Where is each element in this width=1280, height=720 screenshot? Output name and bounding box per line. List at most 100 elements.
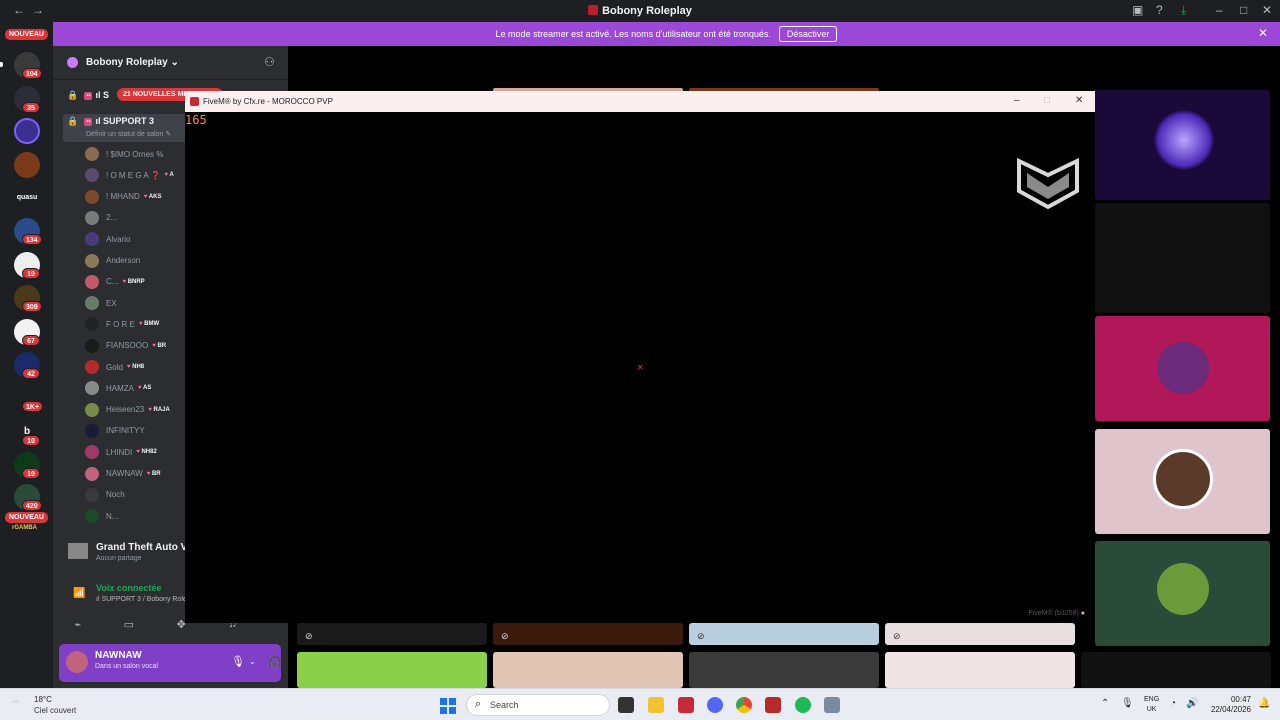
avatar (1153, 449, 1213, 509)
help-icon[interactable]: ? (1156, 3, 1163, 17)
channel-status-placeholder[interactable]: Définir un statut de salon ✎ (86, 130, 171, 138)
member-name: Gold (106, 362, 123, 372)
volume-icon[interactable]: 🔊 (1186, 698, 1198, 709)
username[interactable]: NAWNAW (95, 650, 142, 661)
noise-suppression-icon[interactable]: ⌁ (74, 618, 81, 631)
server-rail: NOUVEAU 104 35 quasu 134 10 309 67 42 1K… (0, 22, 53, 688)
participant-tile[interactable] (1095, 429, 1270, 534)
member-row[interactable]: N... (85, 508, 118, 524)
member-name: ! O M E G A ❓ (106, 170, 161, 180)
server-header[interactable]: Bobony Roleplay ⌄ ⚇ (53, 46, 288, 80)
member-row[interactable]: ! MHAND AKS (85, 189, 161, 205)
maximize-icon[interactable]: □ (1044, 95, 1050, 106)
maximize-icon[interactable]: □ (1240, 3, 1247, 17)
member-row[interactable]: INFINITYY (85, 423, 145, 439)
participant-tile[interactable] (689, 652, 879, 688)
muted-icon: ⊘ (893, 631, 901, 641)
member-row[interactable]: C...BNRP (85, 274, 145, 290)
wifi-icon[interactable]: ◔ (1170, 698, 1176, 709)
participant-tile[interactable] (1095, 316, 1270, 421)
cloud-icon[interactable]: ☁ (10, 695, 20, 706)
minimize-icon[interactable]: – (1014, 95, 1020, 106)
voice-status[interactable]: Voix connectée (96, 583, 161, 593)
member-row[interactable]: LHINDINH82 (85, 444, 157, 460)
temperature[interactable]: 18°C (34, 695, 52, 704)
language-indicator[interactable]: ENG UK (1144, 695, 1159, 715)
task-view-icon[interactable] (618, 697, 634, 713)
server-icon[interactable] (14, 152, 40, 178)
lock-icon: 🔒 (67, 116, 79, 126)
screen-share-icon[interactable]: ▭ (124, 618, 134, 631)
fivem-window[interactable]: FiveM® by Cfx.re - MOROCCO PVP – □ ✕ 165… (185, 91, 1095, 623)
muted-icon: ⊘ (501, 631, 509, 641)
chevron-up-icon[interactable]: ⌃ (1101, 698, 1109, 709)
weather-text[interactable]: Ciel couvert (34, 706, 76, 715)
muted-icon: ⊘ (697, 631, 705, 641)
add-member-icon[interactable]: ⚇ (264, 55, 275, 69)
avatar (85, 402, 99, 417)
discord-taskbar-icon[interactable] (707, 697, 723, 713)
participant-tile[interactable] (1095, 541, 1270, 646)
notifications-icon[interactable]: 🔔 (1258, 698, 1270, 709)
member-row[interactable]: Heiseen23RAJA (85, 402, 170, 418)
member-name: F O R E (106, 319, 135, 329)
download-icon[interactable]: ⤓ (1181, 3, 1186, 18)
server-icon[interactable] (14, 118, 40, 144)
member-row[interactable]: Noch (85, 487, 125, 503)
participant-tile[interactable] (297, 652, 487, 688)
participant-tile[interactable] (1081, 652, 1271, 688)
voice-channel[interactable]: 🔒 ▪▪ ıl S (67, 90, 109, 101)
chevron-down-icon[interactable]: ⌄ (249, 657, 256, 666)
game-icon (68, 543, 88, 559)
mention-badge: 420 (22, 500, 42, 511)
banner-close-icon[interactable]: ✕ (1258, 26, 1268, 40)
member-row[interactable]: Alvario (85, 231, 130, 247)
member-name: ! $IMO Ornes % (106, 149, 164, 159)
search-input[interactable]: ⌕ Search (466, 694, 610, 716)
participant-tile[interactable]: ⊘ (885, 623, 1075, 645)
microphone-icon[interactable]: 🎙 (1121, 698, 1134, 709)
app-icon[interactable] (765, 697, 781, 713)
member-row[interactable]: F O R E BMW (85, 316, 159, 332)
windows-start-icon[interactable] (440, 698, 456, 714)
participant-tile[interactable] (1095, 90, 1270, 200)
member-row[interactable]: EX (85, 295, 117, 311)
avatar[interactable] (66, 651, 88, 673)
settings-icon[interactable] (824, 697, 840, 713)
fivem-taskbar-icon[interactable] (678, 697, 694, 713)
participant-tile[interactable] (1095, 203, 1270, 313)
member-row[interactable]: HAMZA AS (85, 380, 151, 396)
chrome-icon[interactable] (736, 697, 752, 713)
member-name: EX (106, 298, 117, 308)
participant-tile[interactable]: ⊘ (689, 623, 879, 645)
participant-tile[interactable] (493, 652, 683, 688)
close-icon[interactable]: ✕ (1075, 95, 1083, 106)
participant-tile[interactable] (885, 652, 1075, 688)
inbox-icon[interactable]: ▣ (1132, 3, 1143, 17)
member-tag: BR (147, 471, 161, 477)
participant-tile[interactable]: ⊘ (297, 623, 487, 645)
member-row[interactable]: ! O M E G A ❓A (85, 167, 174, 183)
member-tag: RAJA (148, 407, 169, 413)
member-row[interactable]: 2... (85, 210, 117, 226)
participant-tile[interactable]: ⊘ (493, 623, 683, 645)
file-explorer-icon[interactable] (648, 697, 664, 713)
member-name: C... (106, 277, 119, 287)
member-row[interactable]: NAWNAW BR (85, 466, 161, 482)
close-icon[interactable]: ✕ (1262, 3, 1272, 17)
minimize-icon[interactable]: – (1216, 3, 1223, 17)
member-tag: NH8 (127, 364, 144, 370)
member-row[interactable]: Anderson (85, 253, 140, 269)
microphone-icon[interactable]: 🎙 (231, 655, 245, 668)
member-row[interactable]: Gold NH8 (85, 359, 144, 375)
disable-streamer-button[interactable]: Désactiver (778, 26, 838, 42)
clock[interactable]: 00:47 22/04/2026 (1208, 695, 1251, 715)
member-row[interactable]: ! $IMO Ornes % (85, 146, 163, 162)
signal-icon[interactable]: 📶 (73, 588, 85, 599)
headphones-icon[interactable]: 🎧 (268, 655, 282, 668)
avatar (85, 147, 99, 161)
window-titlebar[interactable]: FiveM® by Cfx.re - MOROCCO PVP – □ ✕ (185, 91, 1095, 112)
spotify-icon[interactable] (795, 697, 811, 713)
member-row[interactable]: FIANSOOOBR (85, 338, 166, 354)
server-icon[interactable]: quasu (14, 185, 40, 211)
